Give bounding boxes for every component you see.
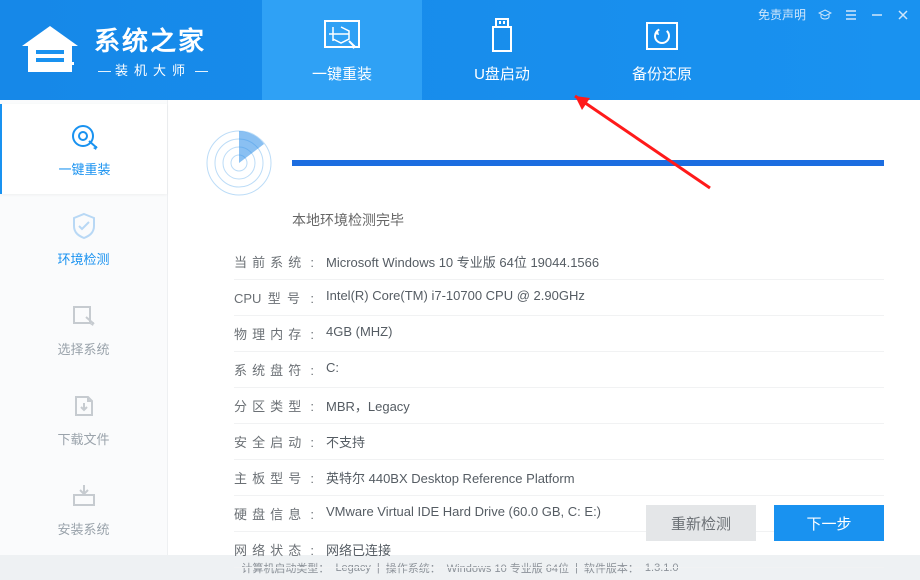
tab-label: 备份还原 [632,63,692,84]
info-row: 主板型号英特尔 440BX Desktop Reference Platform [234,460,884,496]
shield-icon [68,211,100,241]
info-label: 主板型号 [234,468,314,487]
sidebar-label: 选择系统 [57,339,109,358]
sidebar-item-install[interactable]: 安装系统 [0,464,167,554]
tab-reinstall[interactable]: 一键重装 [262,0,422,100]
tab-usb-boot[interactable]: U盘启动 [422,0,582,100]
info-value: VMware Virtual IDE Hard Drive (60.0 GB, … [326,504,601,523]
brand-title: 系统之家 [94,21,212,58]
usb-icon [481,17,523,55]
info-label: 硬盘信息 [234,504,314,523]
info-value: 网络已连接 [326,540,391,559]
tab-backup-restore[interactable]: 备份还原 [582,0,742,100]
info-label: 分区类型 [234,396,314,415]
progress-bar [292,160,884,166]
sidebar-item-env-check[interactable]: 环境检测 [0,194,167,284]
house-logo-icon [18,22,82,78]
sidebar-label: 环境检测 [57,249,109,268]
info-label: 网络状态 [234,540,314,559]
logo: 系统之家 装机大师 [0,0,232,100]
recheck-button[interactable]: 重新检测 [646,505,756,541]
info-row: 安全启动不支持 [234,424,884,460]
info-value: 4GB (MHZ) [326,324,392,343]
minimize-icon[interactable] [870,8,884,22]
info-row: 当前系统 Microsoft Windows 10 专业版 64位 19044.1… [234,244,884,280]
download-icon [68,391,100,421]
sidebar-label: 下载文件 [57,429,109,448]
sidebar-item-select-os[interactable]: 选择系统 [0,284,167,374]
sidebar-label: 一键重装 [58,159,110,178]
info-label: 安全启动 [234,432,314,451]
info-label: 系统盘符 [234,360,314,379]
windows-icon [321,17,363,55]
next-button[interactable]: 下一步 [774,505,884,541]
sidebar-item-reinstall[interactable]: 一键重装 [0,104,167,194]
radar-icon [204,128,274,198]
info-value: Intel(R) Core(TM) i7-10700 CPU @ 2.90GHz [326,288,585,307]
info-row: 分区类型 MBR，Legacy [234,388,884,424]
menu-icon[interactable] [844,8,858,22]
restore-icon [641,17,683,55]
info-value: C: [326,360,339,379]
target-icon [69,121,101,151]
titlebar: 免责声明 [758,6,910,23]
sidebar: 一键重装 环境检测 选择系统 下载文件 安装系统 [0,100,168,555]
select-icon [68,301,100,331]
main-panel: 本地环境检测完毕 当前系统 Microsoft Windows 10 专业版 64… [168,100,920,555]
header: 系统之家 装机大师 一键重装 U盘启动 备份还原 免责声明 [0,0,920,100]
info-value: Microsoft Windows 10 专业版 64位 19044.1566 [326,252,599,271]
info-row: 系统盘符 C: [234,352,884,388]
info-value: MBR，Legacy [326,396,410,415]
disclaimer-link[interactable]: 免责声明 [758,6,806,23]
scan-status: 本地环境检测完毕 [292,210,884,230]
tab-label: 一键重装 [312,63,372,84]
info-label: 当前系统 [234,252,314,271]
close-icon[interactable] [896,8,910,22]
sidebar-label: 安装系统 [57,519,109,538]
brand-subtitle: 装机大师 [94,60,212,79]
info-value: 英特尔 440BX Desktop Reference Platform [326,468,575,487]
top-tabs: 一键重装 U盘启动 备份还原 [262,0,742,100]
tab-label: U盘启动 [474,63,530,84]
info-row: CPU型号 Intel(R) Core(TM) i7-10700 CPU @ 2.… [234,280,884,316]
info-value: 不支持 [326,432,365,451]
graduation-icon[interactable] [818,8,832,22]
install-icon [68,481,100,511]
info-label: CPU型号 [234,288,314,307]
info-row: 物理内存 4GB (MHZ) [234,316,884,352]
info-label: 物理内存 [234,324,314,343]
sidebar-item-download[interactable]: 下载文件 [0,374,167,464]
